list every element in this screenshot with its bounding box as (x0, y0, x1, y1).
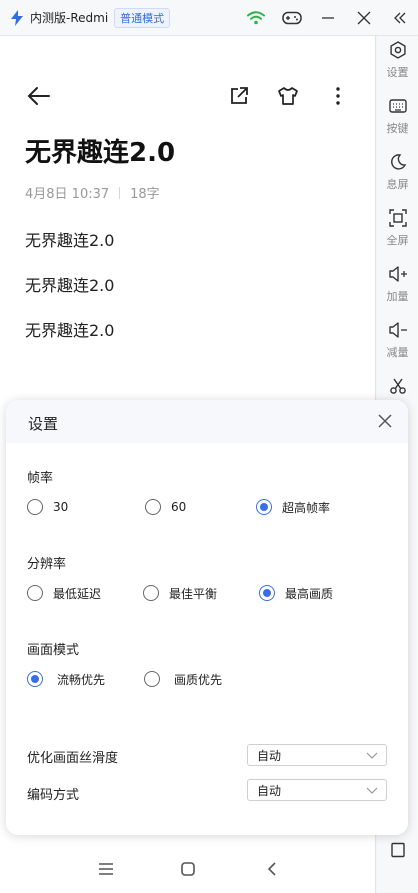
resolution-option-balanced[interactable]: 最佳平衡 (143, 584, 217, 602)
share-icon[interactable] (225, 82, 253, 110)
sidebar-item-volume-down[interactable]: 减量 (377, 316, 418, 366)
radio-label: 超高帧率 (282, 500, 331, 515)
encoding-select-value: 自动 (257, 783, 282, 798)
radio-button (145, 499, 161, 515)
menu-nav-icon[interactable] (92, 855, 120, 883)
theme-shirt-icon[interactable] (274, 82, 302, 110)
radio-button (259, 585, 275, 601)
scissors-icon (388, 376, 408, 396)
frame-rate-option-ultra[interactable]: 超高帧率 (256, 498, 330, 516)
minimize-icon[interactable] (310, 0, 346, 36)
radio-label: 60 (171, 500, 187, 514)
radio-label: 最低延迟 (53, 586, 102, 601)
more-menu-icon[interactable] (324, 82, 352, 110)
smoothness-select[interactable]: 自动 (247, 744, 387, 766)
sidebar-item-label: 加量 (386, 290, 409, 303)
app-title: 内测版-Redmi (30, 11, 109, 25)
frame-rate-option-30[interactable]: 30 (27, 498, 68, 516)
picture-mode-option-smooth[interactable]: 流畅优先 (27, 670, 105, 688)
sidebar-item-label: 减量 (386, 346, 409, 359)
sidebar-item-window[interactable] (377, 836, 418, 886)
note-date: 4月8日 10:37 (25, 187, 110, 202)
window-titlebar: 内测版-Redmi 普通模式 (0, 0, 418, 36)
sidebar-item-label: 全屏 (386, 234, 409, 247)
note-line[interactable]: 无界趣连2.0 (25, 317, 114, 341)
note-char-count: 18字 (130, 187, 160, 202)
radio-button (27, 671, 43, 687)
sidebar-item-settings[interactable]: 设置 (377, 36, 418, 86)
resolution-option-low-latency[interactable]: 最低延迟 (27, 584, 101, 602)
sidebar-item-screen-off[interactable]: 息屏 (377, 148, 418, 198)
note-toolbar (0, 80, 376, 112)
android-nav-bar (0, 851, 376, 887)
chevron-down-icon (366, 752, 378, 759)
picture-mode-option-quality[interactable]: 画质优先 (144, 670, 222, 688)
radio-button (256, 499, 272, 515)
note-line[interactable]: 无界趣连2.0 (25, 272, 114, 296)
keyboard-icon (388, 96, 408, 116)
sidebar-item-label: 息屏 (386, 178, 409, 191)
sidebar-item-label: 设置 (386, 66, 409, 79)
resolution-option-best-quality[interactable]: 最高画质 (259, 584, 333, 602)
close-icon[interactable] (376, 412, 394, 430)
smoothness-label: 优化画面丝滑度 (27, 751, 119, 766)
radio-label: 流畅优先 (57, 672, 106, 687)
note-meta: 4月8日 10:37 18字 (25, 183, 160, 202)
back-arrow-icon[interactable] (25, 82, 53, 110)
app-logo-icon (11, 9, 23, 26)
radio-button (27, 499, 43, 515)
frame-rate-option-60[interactable]: 60 (145, 498, 186, 516)
moon-icon (388, 152, 408, 172)
close-window-icon[interactable] (346, 0, 382, 36)
gear-icon (388, 40, 408, 60)
chevron-down-icon (366, 787, 378, 794)
sidebar-item-keys[interactable]: 按键 (377, 92, 418, 142)
window-square-icon (388, 840, 408, 860)
encoding-select[interactable]: 自动 (247, 779, 387, 801)
radio-button (27, 585, 43, 601)
wifi-icon[interactable] (238, 0, 274, 36)
meta-divider (119, 186, 121, 199)
home-nav-icon[interactable] (174, 855, 202, 883)
radio-label: 最高画质 (285, 586, 334, 601)
radio-label: 画质优先 (174, 672, 223, 687)
volume-up-icon (388, 264, 408, 284)
sidebar-item-label: 按键 (386, 122, 409, 135)
mode-badge[interactable]: 普通模式 (114, 7, 171, 28)
resolution-title: 分辨率 (27, 557, 67, 572)
settings-panel-title: 设置 (28, 415, 59, 433)
sidebar-item-fullscreen[interactable]: 全屏 (377, 204, 418, 254)
settings-panel-header: 设置 (6, 400, 408, 443)
collapse-sidebar-icon[interactable] (382, 0, 418, 36)
sidebar-item-volume-up[interactable]: 加量 (377, 260, 418, 310)
radio-button (144, 671, 160, 687)
radio-button (143, 585, 159, 601)
gamepad-icon[interactable] (274, 0, 310, 36)
volume-down-icon (388, 320, 408, 340)
radio-label: 最佳平衡 (169, 586, 218, 601)
frame-rate-title: 帧率 (27, 471, 54, 486)
note-line[interactable]: 无界趣连2.0 (25, 227, 114, 251)
settings-panel: 设置 帧率 30 60 超高帧率 分辨率 最低延迟 最佳平衡 最高画质 画面模式… (6, 400, 408, 835)
radio-label: 30 (53, 500, 69, 514)
back-nav-icon[interactable] (258, 855, 286, 883)
smoothness-select-value: 自动 (257, 748, 282, 763)
encoding-label: 编码方式 (27, 788, 80, 803)
note-title[interactable]: 无界趣连2.0 (25, 132, 175, 169)
picture-mode-title: 画面模式 (27, 643, 80, 658)
fullscreen-icon (388, 208, 408, 228)
